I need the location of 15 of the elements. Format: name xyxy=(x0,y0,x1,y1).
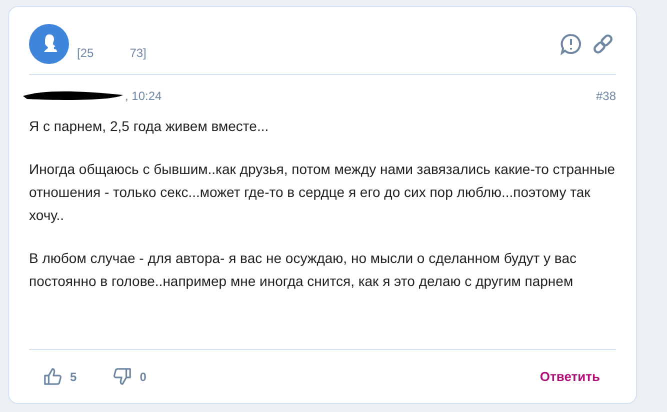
thumbs-down-icon[interactable] xyxy=(112,367,132,386)
author-id: 73] xyxy=(130,44,146,62)
post-paragraph: Иногда общаюсь с бывшим..как друзья, потом между нами завязались какие-то странные отношения - только секс...может где-то в сердце я его до сих пор люблю...поэтому так хочу.. xyxy=(29,160,616,225)
avatar-icon[interactable] xyxy=(29,24,69,64)
post-paragraph: В любом случае - для автора- я вас не осуждаю, но мысли о сделанном будут у вас постоянно в голове..например мне иногда снится, как я это делаю с другим парнем xyxy=(29,249,578,291)
report-icon[interactable] xyxy=(560,32,582,54)
post-time: , 10:24 xyxy=(125,88,162,105)
dislike-count: 0 xyxy=(140,368,146,386)
post-paragraph: Я с парнем, 2,5 года живем вместе... xyxy=(29,117,270,136)
reply-button[interactable]: Ответить xyxy=(540,366,600,386)
author-id: [25 xyxy=(77,44,94,62)
like-count: 5 xyxy=(70,368,77,386)
link-icon[interactable] xyxy=(592,32,614,54)
thumbs-up-icon[interactable] xyxy=(43,367,62,386)
post-number[interactable]: #38 xyxy=(596,87,616,105)
